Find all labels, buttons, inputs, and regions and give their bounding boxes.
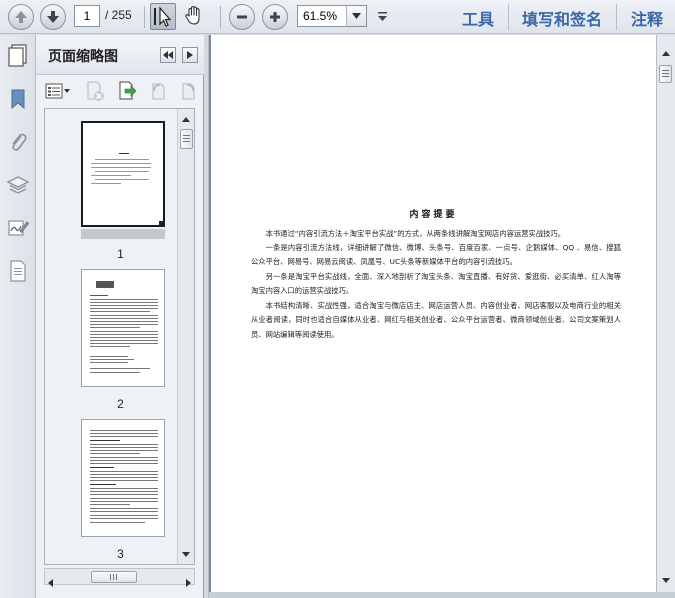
document-page: 内容提要 本书通过“内容引流方法＋淘宝平台实战”的方式，从两条线讲解淘宝网店内容… [211, 35, 656, 592]
scroll-right-arrow-icon [186, 579, 191, 587]
zoom-dropdown-button[interactable] [346, 6, 366, 26]
scroll-thumb[interactable] [180, 129, 193, 149]
doc-scroll-thumb[interactable] [659, 65, 672, 83]
thumbnail-label: 1 [117, 247, 124, 261]
thumbnail-label: 3 [117, 547, 124, 561]
document-icon [10, 260, 26, 282]
chevron-right-icon [187, 51, 193, 59]
attachments-nav-button[interactable] [6, 130, 30, 154]
zoom-in-button[interactable] [262, 4, 288, 30]
options-menu-icon [45, 83, 70, 99]
collapse-panel-button[interactable] [160, 47, 176, 63]
panel-header: 页面缩略图 [36, 35, 204, 75]
doc-scroll-up-button[interactable] [658, 45, 674, 61]
zoom-out-button[interactable] [229, 4, 255, 30]
thumbnail-options-button[interactable] [44, 80, 72, 102]
page-heading: 内容提要 [409, 210, 458, 220]
page-number-input[interactable]: 1 [74, 5, 100, 27]
fill-sign-link[interactable]: 填写和签名 [522, 6, 602, 30]
insert-page-button[interactable] [116, 80, 138, 102]
thumbnail-shadow [81, 229, 165, 239]
thumbnail-label: 2 [117, 397, 124, 411]
horizontal-scroll-thumb[interactable] [91, 571, 137, 583]
insert-page-icon [119, 81, 137, 100]
zoom-level-value: 61.5% [303, 9, 338, 23]
pages-icon [8, 44, 27, 67]
thumbnail-page-2[interactable] [81, 269, 165, 387]
scroll-up-button[interactable] [178, 111, 194, 127]
signature-icon [8, 220, 30, 236]
zoom-level-select[interactable]: 61.5% [297, 5, 367, 27]
page-thumbnails-panel: 页面缩略图 1 2 3 [36, 35, 204, 598]
toolbar-divider [508, 4, 509, 30]
toolbar-divider [144, 6, 145, 28]
scroll-up-arrow-icon [182, 116, 190, 122]
page-thumbnails-nav-button[interactable] [6, 43, 30, 67]
layers-nav-button[interactable] [6, 173, 30, 197]
panel-title: 页面缩略图 [48, 49, 118, 65]
chevron-down-more-icon [377, 12, 387, 21]
paragraph-1: 本书通过“内容引流方法＋淘宝平台实战”的方式，从两条线讲解淘宝网店内容运营实战技… [265, 229, 566, 238]
main-toolbar: 1 / 255 61.5% 工具 填写和签名 注释 [0, 0, 675, 34]
more-tools-button[interactable] [375, 9, 389, 25]
arrow-down-icon [47, 11, 59, 23]
scroll-down-arrow-icon [182, 551, 190, 557]
next-page-button[interactable] [40, 4, 66, 30]
rotate-page-cw-button[interactable] [178, 80, 200, 102]
scroll-down-button[interactable] [178, 546, 194, 562]
hand-tool-button[interactable] [182, 3, 208, 30]
scroll-left-arrow-icon [48, 579, 53, 587]
paragraph-4: 本书结构清晰、实战性强，适合淘宝与微店店主、网店运营人员、内容创业者、网店客服以… [251, 301, 621, 339]
previous-page-button[interactable] [8, 4, 34, 30]
thumbnail-page-3[interactable] [81, 419, 165, 537]
arrow-up-icon [15, 11, 27, 23]
thumbnail-tools [36, 76, 204, 106]
select-tool-button[interactable] [150, 3, 176, 30]
navigation-pane-bar [0, 35, 36, 598]
thumbnail-page-1[interactable] [81, 121, 165, 227]
double-chevron-left-icon [163, 51, 173, 59]
thumbnail-resize-handle[interactable] [159, 221, 165, 227]
status-strip [209, 592, 675, 598]
paragraph-3: 另一条是淘宝平台实战线，全面、深入地剖析了淘宝头条、淘宝直播、有好货、爱逛街、必… [251, 272, 621, 296]
rotate-page-icon [152, 83, 165, 100]
toolbar-divider [616, 4, 617, 30]
content-nav-button[interactable] [6, 259, 30, 283]
scroll-left-button[interactable] [48, 572, 53, 591]
comment-link[interactable]: 注释 [631, 6, 663, 30]
page-total-label: / 255 [105, 8, 132, 22]
bookmarks-nav-button[interactable] [6, 87, 30, 111]
scroll-up-arrow-icon [662, 50, 670, 56]
rotate-clockwise-icon [182, 83, 195, 100]
scroll-down-arrow-icon [662, 577, 670, 583]
expand-panel-button[interactable] [182, 47, 198, 63]
doc-scroll-down-button[interactable] [658, 572, 674, 588]
minus-icon [237, 15, 247, 19]
delete-page-icon [87, 81, 104, 101]
paragraph-2: 一条是内容引流方法线，详细讲解了微信、微博、头条号、百度百家、一点号、企鹅媒体、… [251, 243, 621, 267]
delete-page-button[interactable] [84, 80, 106, 102]
chevron-down-icon [352, 13, 361, 19]
bookmark-icon [11, 89, 25, 110]
cursor-icon [154, 6, 172, 27]
thumbnail-list[interactable]: 1 2 3 [44, 108, 195, 565]
signatures-nav-button[interactable] [6, 216, 30, 240]
document-viewport[interactable]: 内容提要 本书通过“内容引流方法＋淘宝平台实战”的方式，从两条线讲解淘宝网店内容… [209, 35, 656, 592]
layers-icon [6, 176, 30, 194]
toolbar-divider [220, 6, 221, 28]
thumbnail-vertical-scrollbar[interactable] [177, 109, 194, 564]
tools-link[interactable]: 工具 [462, 6, 494, 30]
document-vertical-scrollbar[interactable] [656, 35, 675, 592]
paperclip-icon [12, 133, 27, 151]
rotate-page-button[interactable] [148, 80, 170, 102]
hand-icon [185, 5, 200, 25]
plus-icon [270, 12, 280, 22]
scroll-right-button[interactable] [186, 572, 191, 591]
thumbnail-horizontal-scrollbar[interactable] [44, 568, 195, 587]
